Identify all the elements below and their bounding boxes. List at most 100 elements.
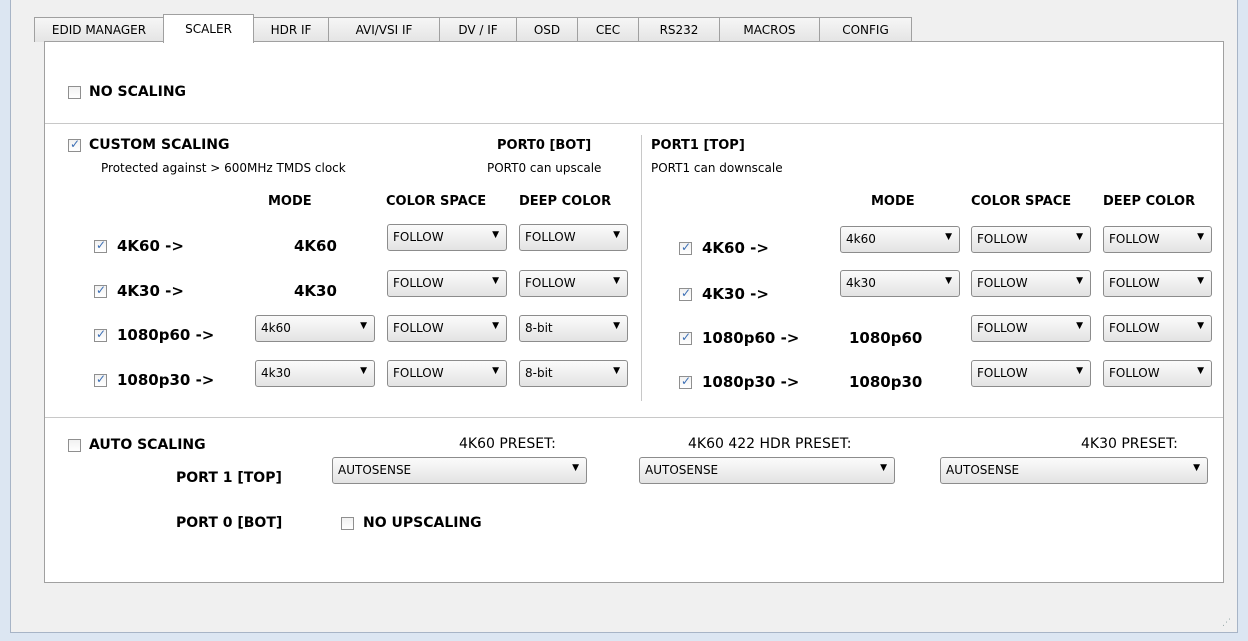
custom-scaling-note: Protected against > 600MHz TMDS clock xyxy=(101,161,346,175)
port0-auto-label: PORT 0 [BOT] xyxy=(176,515,283,531)
tab-config[interactable]: CONFIG xyxy=(819,17,912,42)
dropdown-value: 4k30 xyxy=(261,366,291,380)
port0-color-space-dropdown[interactable]: FOLLOW ▼ xyxy=(387,315,507,342)
no-upscaling-label: NO UPSCALING xyxy=(363,515,482,531)
chevron-down-icon: ▼ xyxy=(613,321,620,331)
resize-grip-icon[interactable]: ⋰ xyxy=(1222,618,1231,628)
port0-row-checkbox[interactable] xyxy=(94,327,107,342)
chevron-down-icon: ▼ xyxy=(1197,232,1204,242)
port1-row-label: 1080p60 -> xyxy=(702,329,800,347)
port0-color-space-header: COLOR SPACE xyxy=(386,194,487,209)
port1-color-space-dropdown[interactable]: FOLLOW ▼ xyxy=(971,270,1091,297)
dropdown-value: FOLLOW xyxy=(1109,276,1160,290)
port0-note: PORT0 can upscale xyxy=(487,161,602,175)
port1-color-space-dropdown[interactable]: FOLLOW ▼ xyxy=(971,315,1091,342)
dropdown-value: AUTOSENSE xyxy=(338,463,412,477)
no-scaling-checkbox[interactable] xyxy=(68,86,81,99)
divider xyxy=(45,417,1223,418)
dropdown-value: 4k30 xyxy=(846,276,876,290)
chevron-down-icon: ▼ xyxy=(945,276,952,286)
tab-avi-vsi-if[interactable]: AVI/VSI IF xyxy=(328,17,440,42)
port1-mode-dropdown[interactable]: 4k30 ▼ xyxy=(840,270,960,297)
preset-4k60-dropdown[interactable]: AUTOSENSE ▼ xyxy=(332,457,587,484)
port0-color-space-dropdown[interactable]: FOLLOW ▼ xyxy=(387,360,507,387)
chevron-down-icon: ▼ xyxy=(1197,321,1204,331)
tab-macros[interactable]: MACROS xyxy=(719,17,820,42)
port1-row-checkbox[interactable] xyxy=(679,374,692,389)
port0-mode-header: MODE xyxy=(268,194,312,209)
preset-4k60-422-dropdown[interactable]: AUTOSENSE ▼ xyxy=(639,457,895,484)
chevron-down-icon: ▼ xyxy=(613,230,620,240)
chevron-down-icon: ▼ xyxy=(1076,366,1083,376)
port1-deep-color-dropdown[interactable]: FOLLOW ▼ xyxy=(1103,315,1212,342)
port0-row-label: 1080p60 -> xyxy=(117,326,215,344)
dropdown-value: 4k60 xyxy=(261,321,291,335)
chevron-down-icon: ▼ xyxy=(572,463,579,473)
port1-color-space-dropdown[interactable]: FOLLOW ▼ xyxy=(971,360,1091,387)
no-scaling-label: NO SCALING xyxy=(89,84,187,100)
port0-deep-color-dropdown[interactable]: 8-bit ▼ xyxy=(519,360,628,387)
port0-deep-color-header: DEEP COLOR xyxy=(519,194,612,209)
port1-row-checkbox[interactable] xyxy=(679,240,692,255)
dropdown-value: 4k60 xyxy=(846,232,876,246)
port0-color-space-dropdown[interactable]: FOLLOW ▼ xyxy=(387,224,507,251)
dropdown-value: FOLLOW xyxy=(1109,321,1160,335)
chevron-down-icon: ▼ xyxy=(1076,276,1083,286)
chevron-down-icon: ▼ xyxy=(1193,463,1200,473)
chevron-down-icon: ▼ xyxy=(1197,276,1204,286)
port0-row-label: 4K30 -> xyxy=(117,282,184,300)
auto-scaling-checkbox[interactable] xyxy=(68,439,81,452)
custom-scaling-label: CUSTOM SCALING xyxy=(89,137,230,153)
port1-row-checkbox[interactable] xyxy=(679,286,692,301)
chevron-down-icon: ▼ xyxy=(492,230,499,240)
tab-hdr-if[interactable]: HDR IF xyxy=(253,17,329,42)
port1-color-space-header: COLOR SPACE xyxy=(971,194,1072,209)
dropdown-value: FOLLOW xyxy=(393,276,444,290)
tab-osd[interactable]: OSD xyxy=(516,17,578,42)
dropdown-value: FOLLOW xyxy=(393,366,444,380)
tab-dv-if[interactable]: DV / IF xyxy=(439,17,517,42)
port1-row-checkbox[interactable] xyxy=(679,330,692,345)
chevron-down-icon: ▼ xyxy=(1076,232,1083,242)
port1-row-label: 4K30 -> xyxy=(702,285,769,303)
port1-row-mode: 1080p60 xyxy=(849,329,923,347)
port0-deep-color-dropdown[interactable]: FOLLOW ▼ xyxy=(519,270,628,297)
no-upscaling-checkbox[interactable] xyxy=(341,517,354,530)
chevron-down-icon: ▼ xyxy=(1076,321,1083,331)
dropdown-value: FOLLOW xyxy=(1109,366,1160,380)
divider xyxy=(45,123,1223,124)
custom-scaling-checkbox[interactable] xyxy=(68,137,81,152)
dropdown-value: FOLLOW xyxy=(525,230,576,244)
port0-row-mode: 4K30 xyxy=(294,282,337,300)
port0-row-checkbox[interactable] xyxy=(94,238,107,253)
tab-cec[interactable]: CEC xyxy=(577,17,639,42)
port1-color-space-dropdown[interactable]: FOLLOW ▼ xyxy=(971,226,1091,253)
tab-edid-manager[interactable]: EDID MANAGER xyxy=(34,17,164,42)
chevron-down-icon: ▼ xyxy=(492,366,499,376)
tab-scaler[interactable]: SCALER xyxy=(163,14,254,43)
dropdown-value: FOLLOW xyxy=(977,276,1028,290)
chevron-down-icon: ▼ xyxy=(360,321,367,331)
port0-row-label: 1080p30 -> xyxy=(117,371,215,389)
port0-row-checkbox[interactable] xyxy=(94,372,107,387)
preset-4k30-label: 4K30 PRESET: xyxy=(1081,436,1178,452)
tab-rs232[interactable]: RS232 xyxy=(638,17,720,42)
port0-mode-dropdown[interactable]: 4k60 ▼ xyxy=(255,315,375,342)
port0-color-space-dropdown[interactable]: FOLLOW ▼ xyxy=(387,270,507,297)
port1-deep-color-dropdown[interactable]: FOLLOW ▼ xyxy=(1103,360,1212,387)
port-divider xyxy=(641,135,642,401)
port0-row-mode: 4K60 xyxy=(294,237,337,255)
preset-4k30-dropdown[interactable]: AUTOSENSE ▼ xyxy=(940,457,1208,484)
port0-row-checkbox[interactable] xyxy=(94,283,107,298)
port0-mode-dropdown[interactable]: 4k30 ▼ xyxy=(255,360,375,387)
scaler-window: EDID MANAGER SCALER HDR IF AVI/VSI IF DV… xyxy=(10,0,1238,633)
port1-deep-color-dropdown[interactable]: FOLLOW ▼ xyxy=(1103,270,1212,297)
port0-deep-color-dropdown[interactable]: 8-bit ▼ xyxy=(519,315,628,342)
port1-mode-dropdown[interactable]: 4k60 ▼ xyxy=(840,226,960,253)
port0-deep-color-dropdown[interactable]: FOLLOW ▼ xyxy=(519,224,628,251)
dropdown-value: FOLLOW xyxy=(977,232,1028,246)
port1-title: PORT1 [TOP] xyxy=(651,138,745,153)
port1-deep-color-dropdown[interactable]: FOLLOW ▼ xyxy=(1103,226,1212,253)
dropdown-value: FOLLOW xyxy=(1109,232,1160,246)
dropdown-value: AUTOSENSE xyxy=(946,463,1020,477)
